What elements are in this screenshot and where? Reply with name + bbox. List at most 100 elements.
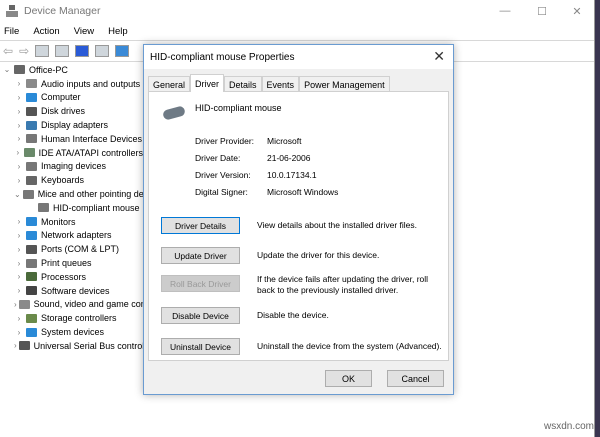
device-category-icon xyxy=(18,299,30,309)
tree-item[interactable]: ⌄ Mice and other pointing devices xyxy=(0,187,164,201)
tree-root[interactable]: ⌄ Office-PC xyxy=(0,63,143,77)
device-category-icon xyxy=(38,203,49,213)
menu-help[interactable]: Help xyxy=(108,26,128,37)
forward-icon[interactable]: ⇨ xyxy=(19,44,29,58)
tree-item-label: Ports (COM & LPT) xyxy=(41,244,120,255)
chevron-down-icon[interactable]: ⌄ xyxy=(2,65,12,74)
maximize-button[interactable]: ☐ xyxy=(527,2,557,20)
field-label: Driver Date: xyxy=(195,153,241,163)
chevron-right-icon[interactable]: › xyxy=(14,286,24,295)
tab-driver[interactable]: Driver xyxy=(190,74,225,92)
computer-icon xyxy=(14,65,25,75)
driver-details-button[interactable]: Driver Details xyxy=(161,217,240,234)
driver-field: Driver Date: 21-06-2006 xyxy=(195,153,310,163)
driver-field: Driver Version: 10.0.17134.1 xyxy=(195,170,317,180)
tab-general[interactable]: General xyxy=(148,76,191,92)
chevron-right-icon[interactable]: › xyxy=(14,314,24,323)
device-category-icon xyxy=(26,230,37,240)
chevron-right-icon[interactable]: › xyxy=(14,272,24,281)
field-value: Microsoft Windows xyxy=(267,187,339,197)
cancel-button[interactable]: Cancel xyxy=(387,370,444,387)
tree-item-label: Human Interface Devices xyxy=(41,133,143,144)
action-pane-icon[interactable] xyxy=(95,45,110,57)
tree-item[interactable]: › Network adapters xyxy=(0,229,143,243)
show-hide-console-tree-icon[interactable] xyxy=(35,45,50,57)
tree-item-label: Audio inputs and outputs xyxy=(41,78,141,89)
tree-item-label: Software devices xyxy=(41,285,110,296)
tree-item[interactable]: › Storage controllers xyxy=(0,311,143,325)
disable-device-button[interactable]: Disable Device xyxy=(161,307,240,324)
tree-item[interactable]: › IDE ATA/ATAPI controllers xyxy=(0,146,143,160)
tree-root-label: Office-PC xyxy=(29,64,68,75)
tree-item[interactable]: › System devices xyxy=(0,325,143,339)
chevron-right-icon[interactable]: › xyxy=(14,162,24,171)
device-manager-icon xyxy=(6,5,18,17)
chevron-right-icon[interactable]: › xyxy=(14,107,24,116)
minimize-button[interactable]: — xyxy=(490,2,520,20)
chevron-right-icon[interactable]: › xyxy=(14,176,24,185)
tree-item[interactable]: › Ports (COM & LPT) xyxy=(0,242,143,256)
chevron-right-icon[interactable]: › xyxy=(14,217,24,226)
tree-item[interactable]: › Computer xyxy=(0,91,143,105)
update-driver-button[interactable]: Update Driver xyxy=(161,247,240,264)
chevron-right-icon[interactable]: › xyxy=(14,259,24,268)
tree-item[interactable]: › Imaging devices xyxy=(0,160,143,174)
tab-details[interactable]: Details xyxy=(224,76,262,92)
menu-file[interactable]: File xyxy=(4,26,19,37)
tree-item[interactable]: › Audio inputs and outputs xyxy=(0,77,143,91)
dialog-title-bar: HID-compliant mouse Properties ✕ xyxy=(144,45,453,69)
chevron-right-icon[interactable]: › xyxy=(14,300,17,309)
tree-item-label: System devices xyxy=(41,327,105,338)
device-category-icon xyxy=(26,272,37,282)
properties-icon[interactable] xyxy=(55,45,70,57)
window-title: Device Manager xyxy=(24,5,101,17)
tree-item[interactable]: › Sound, video and game controllers xyxy=(0,298,173,312)
tree-item[interactable]: › Display adapters xyxy=(0,118,143,132)
close-button[interactable]: ✕ xyxy=(562,2,592,20)
dialog-close-icon[interactable]: ✕ xyxy=(433,48,445,65)
properties-dialog: HID-compliant mouse Properties ✕ General… xyxy=(143,44,454,395)
tree-item[interactable]: › Keyboards xyxy=(0,173,143,187)
tree-item[interactable]: › Monitors xyxy=(0,215,143,229)
chevron-right-icon[interactable]: › xyxy=(14,245,24,254)
action-description: Update the driver for this device. xyxy=(257,250,380,260)
menu-action[interactable]: Action xyxy=(33,26,59,37)
chevron-right-icon[interactable]: › xyxy=(14,93,24,102)
tree-item[interactable]: › Universal Serial Bus controllers xyxy=(0,339,159,353)
chevron-right-icon[interactable]: › xyxy=(14,121,24,130)
action-description: View details about the installed driver … xyxy=(257,220,418,230)
back-icon[interactable]: ⇦ xyxy=(3,44,13,58)
menu-view[interactable]: View xyxy=(74,26,94,37)
chevron-right-icon[interactable]: › xyxy=(14,231,24,240)
tree-item-label: Computer xyxy=(41,92,81,103)
chevron-right-icon[interactable]: › xyxy=(14,341,17,350)
scan-hardware-icon[interactable] xyxy=(115,45,130,57)
chevron-down-icon[interactable]: ⌄ xyxy=(14,190,21,199)
ok-button[interactable]: OK xyxy=(325,370,372,387)
device-category-icon xyxy=(26,134,37,144)
tree-item-label: Storage controllers xyxy=(41,313,117,324)
tree-item[interactable]: › Print queues xyxy=(0,256,143,270)
watermark: wsxdn.com xyxy=(543,421,594,432)
tree-item[interactable]: › Disk drives xyxy=(0,104,143,118)
chevron-right-icon[interactable]: › xyxy=(14,79,24,88)
tab-power-management[interactable]: Power Management xyxy=(299,76,390,92)
field-value: Microsoft xyxy=(267,136,302,146)
tree-item[interactable]: › Human Interface Devices xyxy=(0,132,143,146)
menu-bar: File Action View Help xyxy=(0,22,594,40)
device-category-icon xyxy=(18,341,30,351)
field-value: 21-06-2006 xyxy=(267,153,311,163)
action-description: Disable the device. xyxy=(257,310,329,320)
tree-item[interactable]: › Processors xyxy=(0,270,143,284)
tab-events[interactable]: Events xyxy=(261,76,300,92)
uninstall-device-button[interactable]: Uninstall Device xyxy=(161,338,240,355)
chevron-right-icon[interactable]: › xyxy=(14,328,24,337)
chevron-right-icon[interactable]: › xyxy=(14,148,22,157)
driver-tab-panel: HID-compliant mouse Driver Provider: Micr… xyxy=(148,91,449,361)
chevron-right-icon[interactable]: › xyxy=(14,134,24,143)
help-icon[interactable] xyxy=(75,45,90,57)
tree-item[interactable]: › Software devices xyxy=(0,284,143,298)
device-name: HID-compliant mouse xyxy=(195,103,282,113)
tree-item[interactable]: HID-compliant mouse xyxy=(0,201,143,215)
device-category-icon xyxy=(26,286,37,296)
